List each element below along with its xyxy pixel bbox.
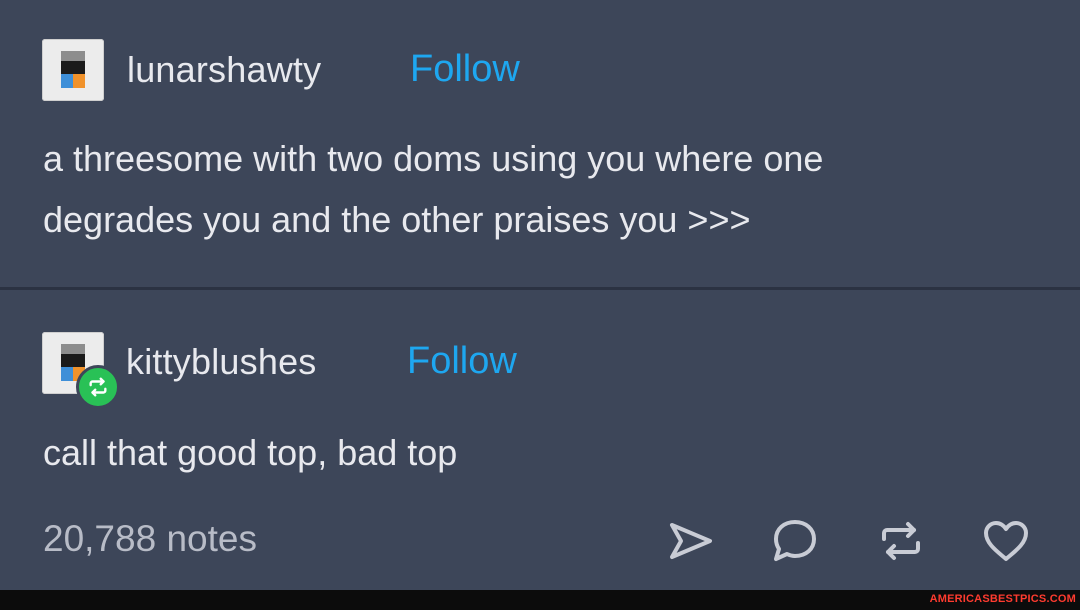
like-heart-icon[interactable] [981, 516, 1031, 566]
post-text: a threesome with two doms using you wher… [43, 128, 1043, 250]
reblog-icon[interactable] [876, 516, 926, 566]
watermark-text: AMERICASBESTPICS.COM [929, 593, 1076, 605]
notes-count[interactable]: 20,788 notes [43, 518, 257, 560]
comment-icon[interactable] [770, 516, 820, 566]
watermark-bar: AMERICASBESTPICS.COM [0, 590, 1080, 610]
reblog-text: call that good top, bad top [43, 432, 458, 473]
reblog-badge-icon [76, 365, 120, 409]
follow-button[interactable]: Follow [407, 340, 517, 383]
send-icon[interactable] [666, 516, 716, 566]
username[interactable]: lunarshawty [127, 49, 321, 91]
post-text-line-2: degrades you and the other praises you >… [43, 199, 751, 240]
reblog-post: kittyblushes Follow call that good top, … [0, 290, 1080, 590]
username[interactable]: kittyblushes [126, 341, 317, 383]
follow-button[interactable]: Follow [410, 48, 520, 91]
original-post: lunarshawty Follow a threesome with two … [0, 0, 1080, 287]
avatar[interactable] [42, 39, 104, 101]
post-text-line-1: a threesome with two doms using you wher… [43, 138, 824, 179]
